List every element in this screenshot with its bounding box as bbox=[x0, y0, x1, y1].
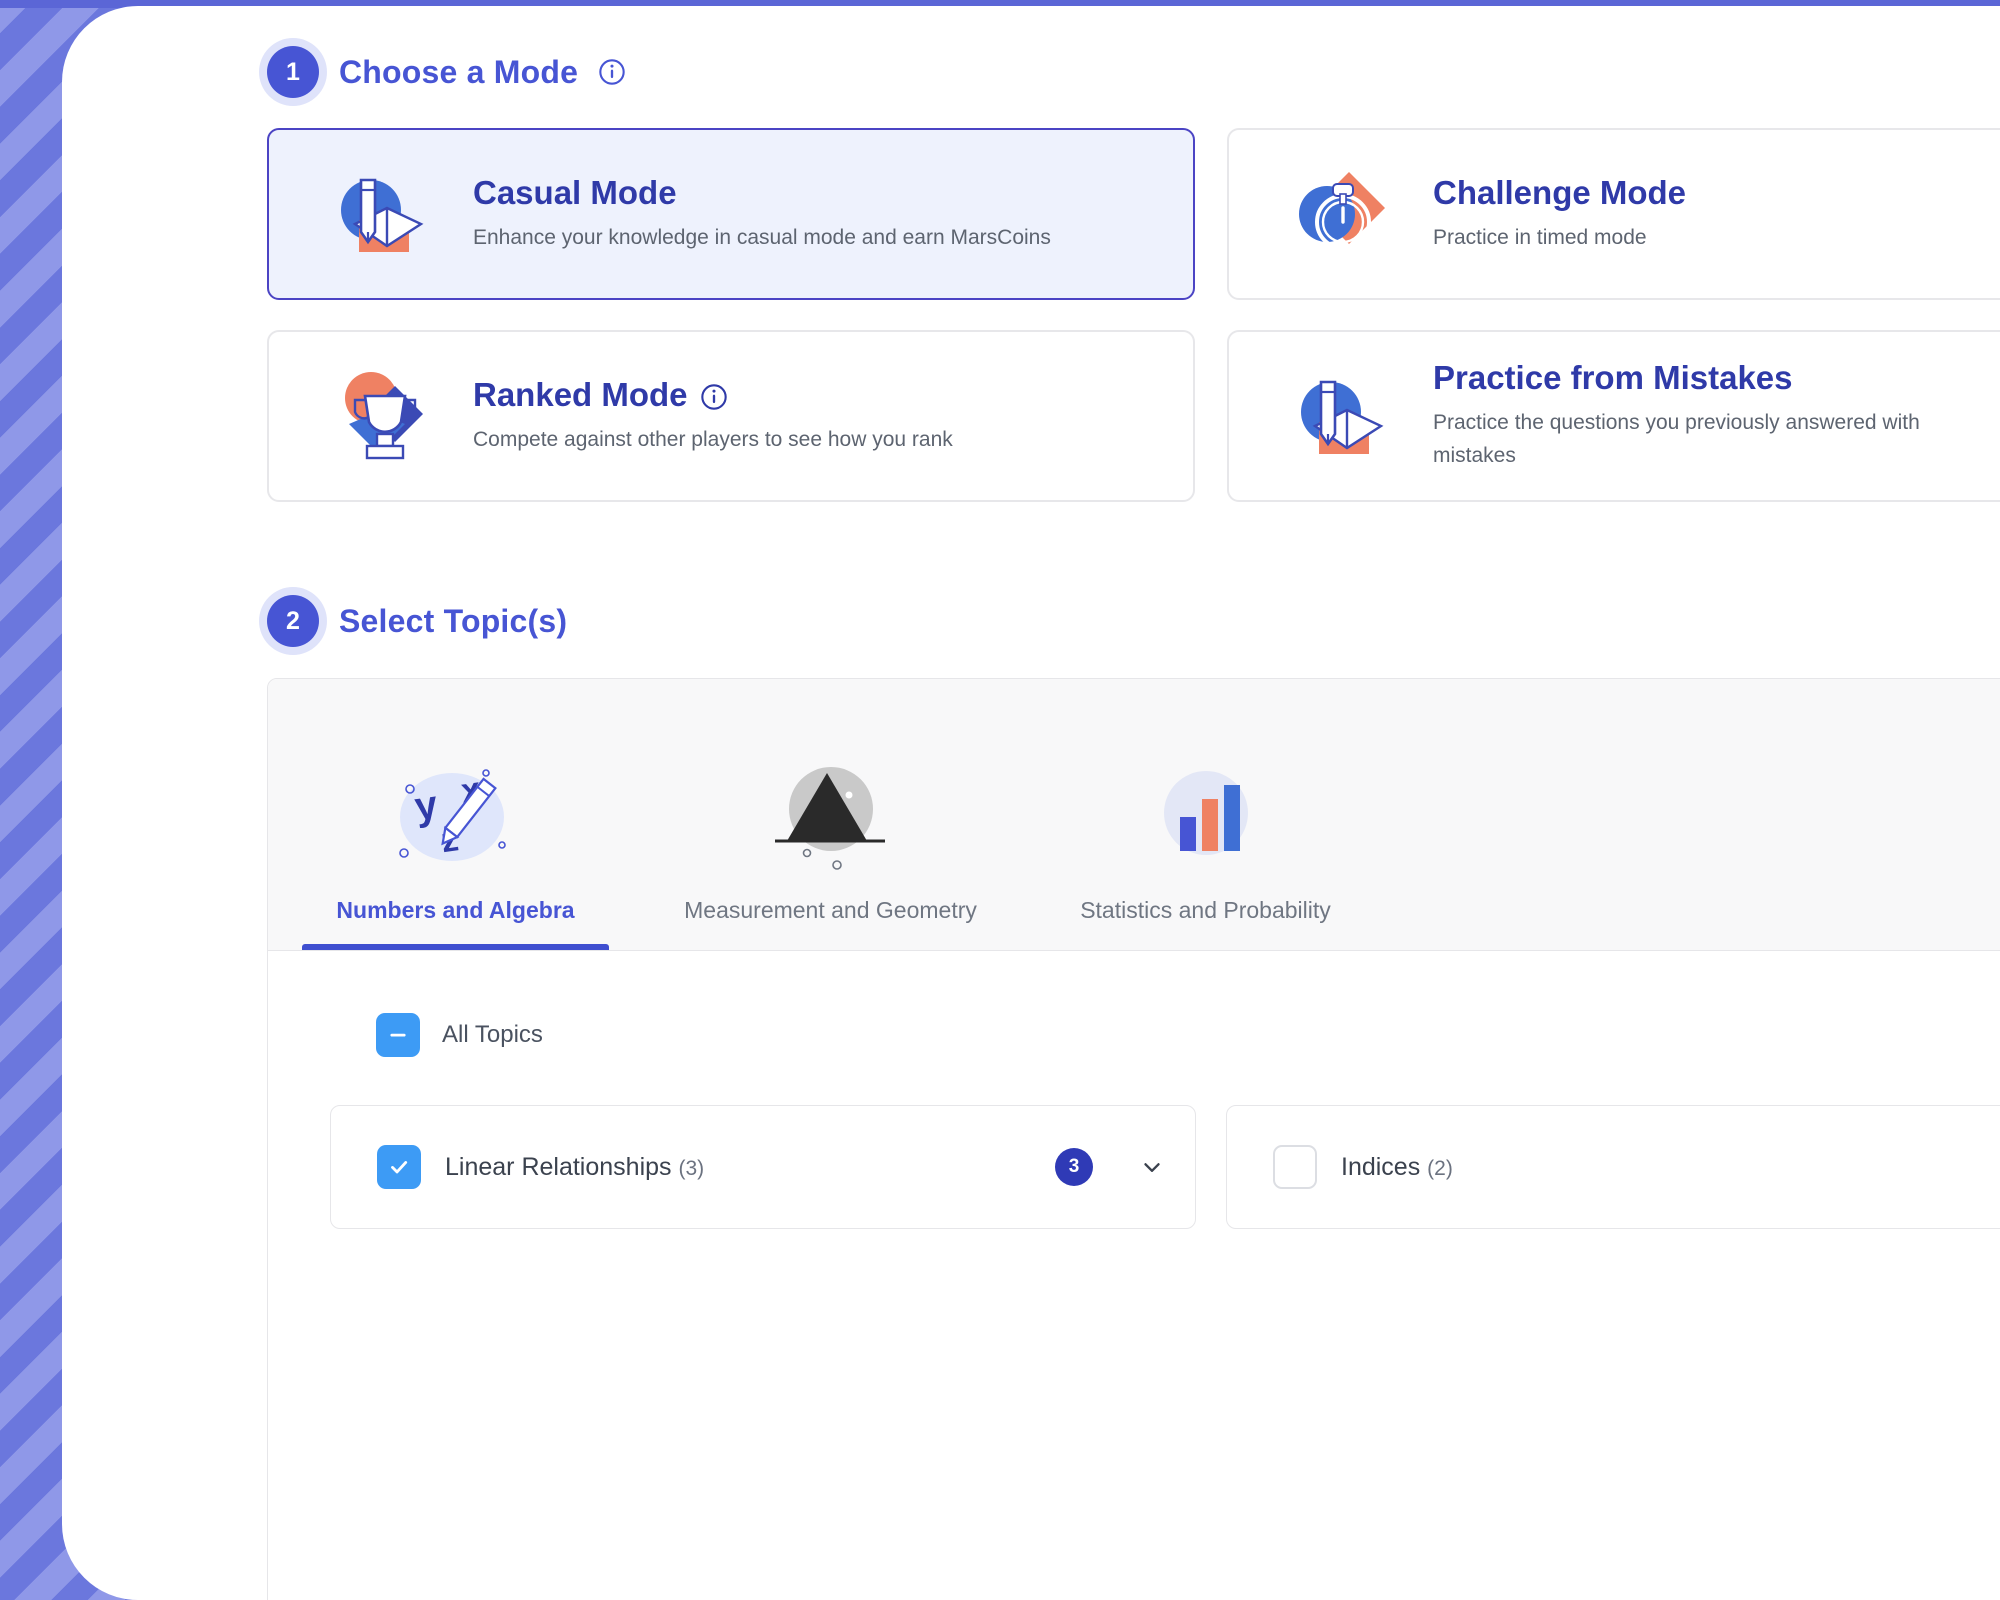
topic-name: Indices bbox=[1341, 1153, 1420, 1181]
topic-card-linear-relationships[interactable]: Linear Relationships (3) 3 bbox=[330, 1105, 1196, 1229]
tab-active-underline bbox=[302, 944, 609, 950]
mode-title-text: Ranked Mode bbox=[473, 376, 688, 414]
mode-title: Casual Mode bbox=[473, 174, 1051, 212]
check-icon bbox=[386, 1154, 412, 1180]
step-2-title: Select Topic(s) bbox=[339, 603, 567, 640]
app-panel: 1 Choose a Mode bbox=[62, 6, 2000, 1600]
all-topics-label: All Topics bbox=[442, 1021, 543, 1049]
trophy-icon bbox=[325, 360, 437, 472]
mode-description: Compete against other players to see how… bbox=[473, 424, 953, 457]
mode-title-text: Practice from Mistakes bbox=[1433, 359, 1793, 397]
mode-card-casual[interactable]: Casual Mode Enhance your knowledge in ca… bbox=[267, 128, 1195, 300]
topics-panel: y x z Numbers and Algebra bbox=[267, 678, 2000, 1600]
topic-question-count: (3) bbox=[678, 1157, 704, 1180]
mode-description: Practice in timed mode bbox=[1433, 222, 1686, 255]
mode-title-text: Challenge Mode bbox=[1433, 174, 1686, 212]
mode-description: Enhance your knowledge in casual mode an… bbox=[473, 222, 1051, 255]
mode-card-practice-from-mistakes[interactable]: Practice from Mistakes Practice the ques… bbox=[1227, 330, 2000, 502]
step-1-number: 1 bbox=[267, 46, 319, 98]
topic-name-wrap: Indices (2) bbox=[1341, 1153, 2000, 1182]
pencil-book-icon bbox=[325, 158, 437, 270]
topic-list: All Topics Linear Relationships (3) bbox=[268, 951, 2000, 1229]
algebra-xyz-icon: y x z bbox=[386, 757, 526, 875]
mode-title: Ranked Mode bbox=[473, 376, 953, 414]
all-topics-checkbox[interactable] bbox=[376, 1013, 420, 1057]
info-circle-icon[interactable] bbox=[700, 381, 728, 409]
pencil-book-icon bbox=[1285, 360, 1397, 472]
stopwatch-diamond-icon bbox=[1285, 158, 1397, 270]
statistics-icon bbox=[1136, 757, 1276, 875]
topic-question-count: (2) bbox=[1427, 1157, 1453, 1180]
selected-count-badge: 3 bbox=[1055, 1148, 1093, 1186]
mode-description: Practice the questions you previously an… bbox=[1433, 407, 1993, 472]
mode-title: Practice from Mistakes bbox=[1433, 359, 1993, 397]
topic-checkbox[interactable] bbox=[1273, 1145, 1317, 1189]
tab-active-underline bbox=[1052, 944, 1359, 950]
mode-card-ranked[interactable]: Ranked Mode Compete against other player… bbox=[267, 330, 1195, 502]
mode-card-grid: Casual Mode Enhance your knowledge in ca… bbox=[267, 128, 2000, 502]
tab-label: Statistics and Probability bbox=[1080, 897, 1331, 950]
step-2-number: 2 bbox=[267, 595, 319, 647]
mode-card-challenge[interactable]: Challenge Mode Practice in timed mode bbox=[1227, 128, 2000, 300]
geometry-mountain-icon bbox=[761, 757, 901, 875]
chevron-down-icon[interactable] bbox=[1139, 1154, 1165, 1180]
topic-card-grid: Linear Relationships (3) 3 bbox=[268, 1105, 2000, 1229]
mode-title: Challenge Mode bbox=[1433, 174, 1686, 212]
tab-active-underline bbox=[677, 944, 984, 950]
topic-tabs: y x z Numbers and Algebra bbox=[268, 679, 2000, 951]
step-1-heading: 1 Choose a Mode bbox=[267, 46, 626, 98]
mode-title-text: Casual Mode bbox=[473, 174, 677, 212]
tab-numbers-and-algebra[interactable]: y x z Numbers and Algebra bbox=[268, 678, 643, 950]
info-circle-icon[interactable] bbox=[598, 58, 626, 86]
topic-name-wrap: Linear Relationships (3) bbox=[445, 1153, 1031, 1182]
tab-label: Measurement and Geometry bbox=[684, 897, 977, 950]
all-topics-row[interactable]: All Topics bbox=[268, 1013, 2000, 1057]
minus-checkbox-icon bbox=[385, 1022, 411, 1048]
step-2-heading: 2 Select Topic(s) bbox=[267, 595, 567, 647]
tab-measurement-and-geometry[interactable]: Measurement and Geometry bbox=[643, 678, 1018, 950]
tab-statistics-and-probability[interactable]: Statistics and Probability bbox=[1018, 678, 1393, 950]
tab-label: Numbers and Algebra bbox=[336, 897, 574, 950]
step-1-title: Choose a Mode bbox=[339, 54, 578, 91]
topic-checkbox[interactable] bbox=[377, 1145, 421, 1189]
topic-name: Linear Relationships bbox=[445, 1153, 672, 1181]
topic-card-indices[interactable]: Indices (2) bbox=[1226, 1105, 2000, 1229]
